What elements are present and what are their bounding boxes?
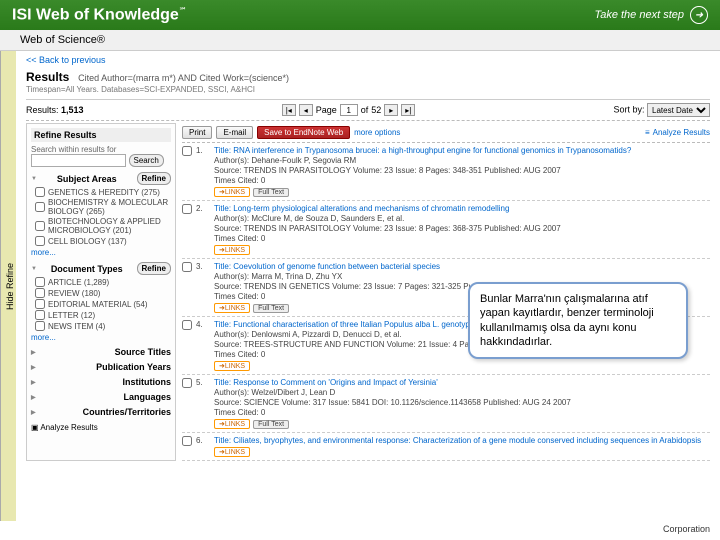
facet-section[interactable]: ▶Publication Years xyxy=(31,362,171,372)
facet-item[interactable]: NEWS ITEM (4) xyxy=(35,321,171,331)
record-checkbox[interactable] xyxy=(182,204,192,214)
save-endnote-button[interactable]: Save to EndNote Web xyxy=(257,126,350,139)
record-times-cited: Times Cited: 0 xyxy=(214,234,710,243)
result-count: Results: 1,513 xyxy=(26,105,84,115)
refine-title: Refine Results xyxy=(31,128,171,142)
links-button[interactable]: ➜LINKS xyxy=(214,245,250,255)
refine-button[interactable]: Refine xyxy=(137,172,171,185)
record-number: 1. xyxy=(196,146,210,197)
next-step-icon: ➜ xyxy=(690,6,708,24)
facet-item[interactable]: GENETICS & HEREDITY (275) xyxy=(35,187,171,197)
record-authors: Author(s): Dehane-Foulk P, Segovia RM xyxy=(214,156,710,165)
facet-item[interactable]: REVIEW (180) xyxy=(35,288,171,298)
page-input[interactable] xyxy=(340,104,358,116)
facet-checkbox[interactable] xyxy=(35,277,45,287)
links-button[interactable]: ➜LINKS xyxy=(214,419,250,429)
refine-button-2[interactable]: Refine xyxy=(137,262,171,275)
record-title[interactable]: Title: Long-term physiological alteratio… xyxy=(214,204,509,213)
facet-item[interactable]: BIOTECHNOLOGY & APPLIED MICROBIOLOGY (20… xyxy=(35,217,171,235)
record-number: 3. xyxy=(196,262,210,313)
refine-sidebar: Refine Results Search within results for… xyxy=(26,123,176,461)
record-checkbox[interactable] xyxy=(182,320,192,330)
facet-section[interactable]: ▶Source Titles xyxy=(31,347,171,357)
page-last-button[interactable]: ▸| xyxy=(401,104,415,116)
result-record: 1. Title: RNA interference in Trypanosoma… xyxy=(182,143,710,201)
page-first-button[interactable]: |◂ xyxy=(282,104,296,116)
record-checkbox[interactable] xyxy=(182,436,192,446)
tagline: Take the next step ➜ xyxy=(595,6,709,24)
record-checkbox[interactable] xyxy=(182,378,192,388)
record-authors: Author(s): McClure M, de Souza D, Saunde… xyxy=(214,214,710,223)
results-header: Results Cited Author=(marra m*) AND Cite… xyxy=(26,70,710,95)
subjects-more-link[interactable]: more... xyxy=(31,248,171,257)
record-number: 2. xyxy=(196,204,210,255)
refine-search-button[interactable]: Search xyxy=(129,154,164,167)
full-text-button[interactable]: Full Text xyxy=(253,304,289,313)
result-record: 2. Title: Long-term physiological alterat… xyxy=(182,201,710,259)
annotation-callout: Bunlar Marra'nın çalışmalarına atıf yapa… xyxy=(468,282,688,359)
header: ISI Web of Knowledge℠ Take the next step… xyxy=(0,0,720,30)
brand-logo: ISI Web of Knowledge℠ xyxy=(12,6,187,24)
record-title[interactable]: Title: Ciliates, bryophytes, and environ… xyxy=(214,436,701,445)
record-authors: Author(s): Welzel/Dibert J, Lean D xyxy=(214,388,710,397)
result-record: 6. Title: Ciliates, bryophytes, and envir… xyxy=(182,433,710,461)
facet-item[interactable]: BIOCHEMISTRY & MOLECULAR BIOLOGY (265) xyxy=(35,198,171,216)
record-authors: Author(s): Marra M, Trina D, Zhu YX xyxy=(214,272,710,281)
back-link[interactable]: << Back to previous xyxy=(26,55,106,65)
record-title[interactable]: Title: RNA interference in Trypanosoma b… xyxy=(214,146,631,155)
record-checkbox[interactable] xyxy=(182,146,192,156)
facet-checkbox[interactable] xyxy=(35,187,45,197)
pager: |◂ ◂ Page of 52 ▸ ▸| xyxy=(282,104,416,116)
page-prev-button[interactable]: ◂ xyxy=(299,104,313,116)
record-checkbox[interactable] xyxy=(182,262,192,272)
facet-section[interactable]: ▶Languages xyxy=(31,392,171,402)
more-options-link[interactable]: more options xyxy=(354,128,400,137)
facet-item[interactable]: ARTICLE (1,289) xyxy=(35,277,171,287)
links-button[interactable]: ➜LINKS xyxy=(214,303,250,313)
record-title[interactable]: Title: Coevolution of genome function be… xyxy=(214,262,440,271)
sort-select[interactable]: Latest Date xyxy=(647,103,710,117)
record-title[interactable]: Title: Response to Comment on 'Origins a… xyxy=(214,378,438,387)
facet-item[interactable]: LETTER (12) xyxy=(35,310,171,320)
footer-text: Corporation xyxy=(663,524,710,534)
links-button[interactable]: ➜LINKS xyxy=(214,187,250,197)
facet-section[interactable]: ▶Countries/Territories xyxy=(31,407,171,417)
product-tab[interactable]: Web of Science® xyxy=(0,30,720,51)
full-text-button[interactable]: Full Text xyxy=(253,188,289,197)
hide-refine-tab[interactable]: Hide Refine xyxy=(0,51,16,521)
facet-checkbox[interactable] xyxy=(35,288,45,298)
record-times-cited: Times Cited: 0 xyxy=(214,176,710,185)
facet-item[interactable]: CELL BIOLOGY (137) xyxy=(35,236,171,246)
record-number: 4. xyxy=(196,320,210,371)
facet-checkbox[interactable] xyxy=(35,202,45,212)
facet-checkbox[interactable] xyxy=(35,310,45,320)
record-source: Source: TRENDS IN PARASITOLOGY Volume: 2… xyxy=(214,224,710,233)
record-number: 5. xyxy=(196,378,210,429)
page-next-button[interactable]: ▸ xyxy=(384,104,398,116)
facet-section[interactable]: ▶Institutions xyxy=(31,377,171,387)
facet-checkbox[interactable] xyxy=(35,321,45,331)
sort-control: Sort by: Latest Date xyxy=(613,103,710,117)
refine-search-input[interactable] xyxy=(31,154,126,167)
record-source: Source: SCIENCE Volume: 317 Issue: 5841 … xyxy=(214,398,710,407)
facet-checkbox[interactable] xyxy=(35,221,45,231)
analyze-results-link[interactable]: ≡ Analyze Results xyxy=(645,128,710,137)
print-button[interactable]: Print xyxy=(182,126,212,139)
links-button[interactable]: ➜LINKS xyxy=(214,361,250,371)
full-text-button[interactable]: Full Text xyxy=(253,420,289,429)
facet-checkbox[interactable] xyxy=(35,299,45,309)
doctypes-more-link[interactable]: more... xyxy=(31,333,171,342)
facet-checkbox[interactable] xyxy=(35,236,45,246)
record-times-cited: Times Cited: 0 xyxy=(214,408,710,417)
record-number: 6. xyxy=(196,436,210,457)
facet-item[interactable]: EDITORIAL MATERIAL (54) xyxy=(35,299,171,309)
result-record: 5. Title: Response to Comment on 'Origins… xyxy=(182,375,710,433)
email-button[interactable]: E-mail xyxy=(216,126,253,139)
links-button[interactable]: ➜LINKS xyxy=(214,447,250,457)
record-source: Source: TRENDS IN PARASITOLOGY Volume: 2… xyxy=(214,166,710,175)
